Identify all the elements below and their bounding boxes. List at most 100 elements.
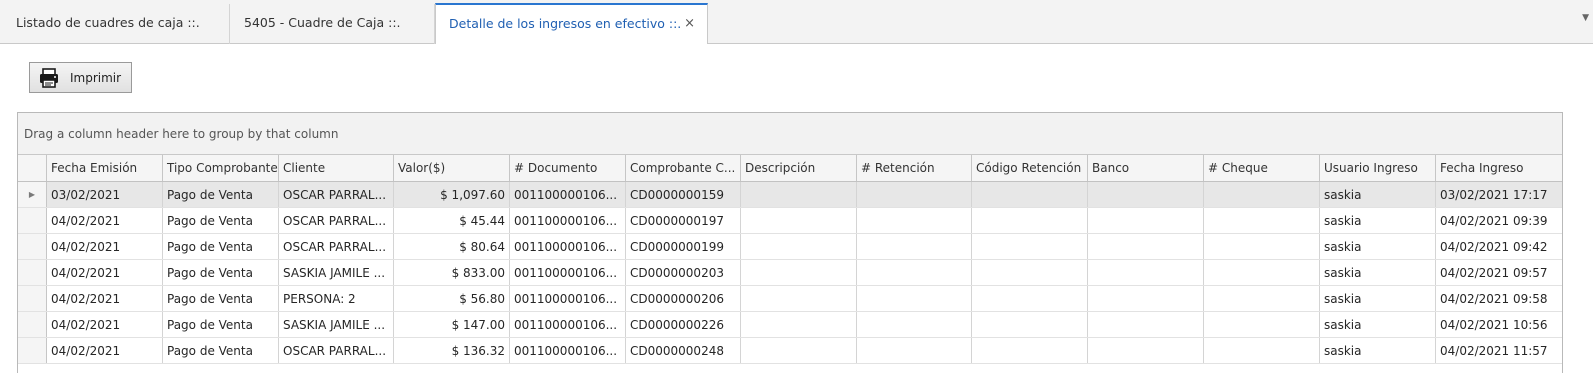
- cell-descripcion[interactable]: [741, 338, 857, 363]
- cell-fecha-ingreso[interactable]: 04/02/2021 09:57: [1436, 260, 1562, 285]
- cell-banco[interactable]: [1088, 182, 1204, 207]
- cell-cliente[interactable]: SASKIA JAMILE ...: [279, 312, 394, 337]
- cell-usuario-ingreso[interactable]: saskia: [1320, 182, 1436, 207]
- table-row[interactable]: 04/02/2021 Pago de Venta OSCAR PARRAL... $ …: [18, 338, 1562, 364]
- tab-cuadre-caja[interactable]: 5405 - Cuadre de Caja ::.: [230, 4, 435, 44]
- tab-listado-cuadres[interactable]: Listado de cuadres de caja ::.: [0, 4, 230, 44]
- cell-usuario-ingreso[interactable]: saskia: [1320, 260, 1436, 285]
- cell-cheque[interactable]: [1204, 286, 1320, 311]
- cell-documento[interactable]: 001100000106...: [510, 234, 626, 259]
- table-row[interactable]: 04/02/2021 Pago de Venta PERSONA: 2 $ 56.80…: [18, 286, 1562, 312]
- cell-fecha-ingreso[interactable]: 04/02/2021 09:58: [1436, 286, 1562, 311]
- cell-fecha-emision[interactable]: 04/02/2021: [47, 260, 163, 285]
- column-header-tipo-comprobante[interactable]: Tipo Comprobante: [163, 155, 279, 181]
- cell-retencion[interactable]: [857, 338, 972, 363]
- cell-fecha-ingreso[interactable]: 04/02/2021 11:57: [1436, 338, 1562, 363]
- cell-cheque[interactable]: [1204, 182, 1320, 207]
- cell-cliente[interactable]: PERSONA: 2: [279, 286, 394, 311]
- cell-tipo-comprobante[interactable]: Pago de Venta: [163, 286, 279, 311]
- cell-tipo-comprobante[interactable]: Pago de Venta: [163, 260, 279, 285]
- cell-banco[interactable]: [1088, 286, 1204, 311]
- cell-valor[interactable]: $ 80.64: [394, 234, 510, 259]
- cell-tipo-comprobante[interactable]: Pago de Venta: [163, 338, 279, 363]
- column-header-cliente[interactable]: Cliente: [279, 155, 394, 181]
- cell-valor[interactable]: $ 45.44: [394, 208, 510, 233]
- row-indicator[interactable]: ▶: [18, 182, 47, 207]
- cell-valor[interactable]: $ 1,097.60: [394, 182, 510, 207]
- cell-fecha-ingreso[interactable]: 04/02/2021 09:42: [1436, 234, 1562, 259]
- cell-usuario-ingreso[interactable]: saskia: [1320, 234, 1436, 259]
- print-button[interactable]: Imprimir: [29, 62, 132, 93]
- cell-cheque[interactable]: [1204, 234, 1320, 259]
- cell-retencion[interactable]: [857, 312, 972, 337]
- cell-cheque[interactable]: [1204, 208, 1320, 233]
- tab-detalle-ingresos[interactable]: Detalle de los ingresos en efectivo ::. …: [435, 3, 708, 44]
- row-indicator[interactable]: [18, 338, 47, 363]
- cell-documento[interactable]: 001100000106...: [510, 208, 626, 233]
- cell-descripcion[interactable]: [741, 286, 857, 311]
- cell-codigo-retencion[interactable]: [972, 234, 1088, 259]
- table-row[interactable]: 04/02/2021 Pago de Venta OSCAR PARRAL... $ …: [18, 234, 1562, 260]
- cell-cheque[interactable]: [1204, 338, 1320, 363]
- cell-fecha-ingreso[interactable]: 04/02/2021 09:39: [1436, 208, 1562, 233]
- cell-valor[interactable]: $ 147.00: [394, 312, 510, 337]
- cell-codigo-retencion[interactable]: [972, 286, 1088, 311]
- cell-fecha-emision[interactable]: 04/02/2021: [47, 234, 163, 259]
- cell-banco[interactable]: [1088, 234, 1204, 259]
- group-by-panel[interactable]: Drag a column header here to group by th…: [18, 113, 1562, 155]
- cell-retencion[interactable]: [857, 286, 972, 311]
- cell-documento[interactable]: 001100000106...: [510, 286, 626, 311]
- column-header-documento[interactable]: # Documento: [510, 155, 626, 181]
- cell-descripcion[interactable]: [741, 234, 857, 259]
- row-indicator[interactable]: [18, 260, 47, 285]
- cell-codigo-retencion[interactable]: [972, 312, 1088, 337]
- cell-retencion[interactable]: [857, 182, 972, 207]
- cell-valor[interactable]: $ 833.00: [394, 260, 510, 285]
- cell-cliente[interactable]: OSCAR PARRAL...: [279, 338, 394, 363]
- row-indicator[interactable]: [18, 208, 47, 233]
- cell-banco[interactable]: [1088, 260, 1204, 285]
- column-header-comprobante[interactable]: Comprobante C...: [626, 155, 741, 181]
- row-indicator[interactable]: [18, 312, 47, 337]
- cell-usuario-ingreso[interactable]: saskia: [1320, 312, 1436, 337]
- cell-cliente[interactable]: SASKIA JAMILE ...: [279, 260, 394, 285]
- cell-documento[interactable]: 001100000106...: [510, 260, 626, 285]
- table-row[interactable]: 04/02/2021 Pago de Venta SASKIA JAMILE ...…: [18, 260, 1562, 286]
- row-indicator[interactable]: [18, 286, 47, 311]
- cell-comprobante[interactable]: CD0000000197: [626, 208, 741, 233]
- cell-tipo-comprobante[interactable]: Pago de Venta: [163, 312, 279, 337]
- column-header-fecha-emision[interactable]: Fecha Emisión: [47, 155, 163, 181]
- cell-documento[interactable]: 001100000106...: [510, 312, 626, 337]
- cell-usuario-ingreso[interactable]: saskia: [1320, 208, 1436, 233]
- table-row[interactable]: ▶ 03/02/2021 Pago de Venta OSCAR PARRAL... $…: [18, 182, 1562, 208]
- cell-usuario-ingreso[interactable]: saskia: [1320, 286, 1436, 311]
- column-header-cheque[interactable]: # Cheque: [1204, 155, 1320, 181]
- column-header-descripcion[interactable]: Descripción: [741, 155, 857, 181]
- cell-fecha-emision[interactable]: 04/02/2021: [47, 208, 163, 233]
- cell-tipo-comprobante[interactable]: Pago de Venta: [163, 182, 279, 207]
- cell-documento[interactable]: 001100000106...: [510, 182, 626, 207]
- cell-fecha-emision[interactable]: 04/02/2021: [47, 338, 163, 363]
- cell-descripcion[interactable]: [741, 312, 857, 337]
- cell-valor[interactable]: $ 56.80: [394, 286, 510, 311]
- column-header-codigo-retencion[interactable]: Código Retención: [972, 155, 1088, 181]
- cell-codigo-retencion[interactable]: [972, 208, 1088, 233]
- cell-valor[interactable]: $ 136.32: [394, 338, 510, 363]
- cell-cliente[interactable]: OSCAR PARRAL...: [279, 234, 394, 259]
- cell-fecha-ingreso[interactable]: 03/02/2021 17:17: [1436, 182, 1562, 207]
- cell-retencion[interactable]: [857, 208, 972, 233]
- cell-documento[interactable]: 001100000106...: [510, 338, 626, 363]
- cell-descripcion[interactable]: [741, 260, 857, 285]
- cell-fecha-emision[interactable]: 04/02/2021: [47, 312, 163, 337]
- cell-codigo-retencion[interactable]: [972, 338, 1088, 363]
- cell-cheque[interactable]: [1204, 260, 1320, 285]
- cell-cheque[interactable]: [1204, 312, 1320, 337]
- cell-cliente[interactable]: OSCAR PARRAL...: [279, 208, 394, 233]
- close-icon[interactable]: ×: [684, 16, 695, 31]
- column-header-fecha-ingreso[interactable]: Fecha Ingreso: [1436, 155, 1562, 181]
- cell-tipo-comprobante[interactable]: Pago de Venta: [163, 208, 279, 233]
- cell-descripcion[interactable]: [741, 182, 857, 207]
- cell-banco[interactable]: [1088, 312, 1204, 337]
- column-header-banco[interactable]: Banco: [1088, 155, 1204, 181]
- cell-comprobante[interactable]: CD0000000248: [626, 338, 741, 363]
